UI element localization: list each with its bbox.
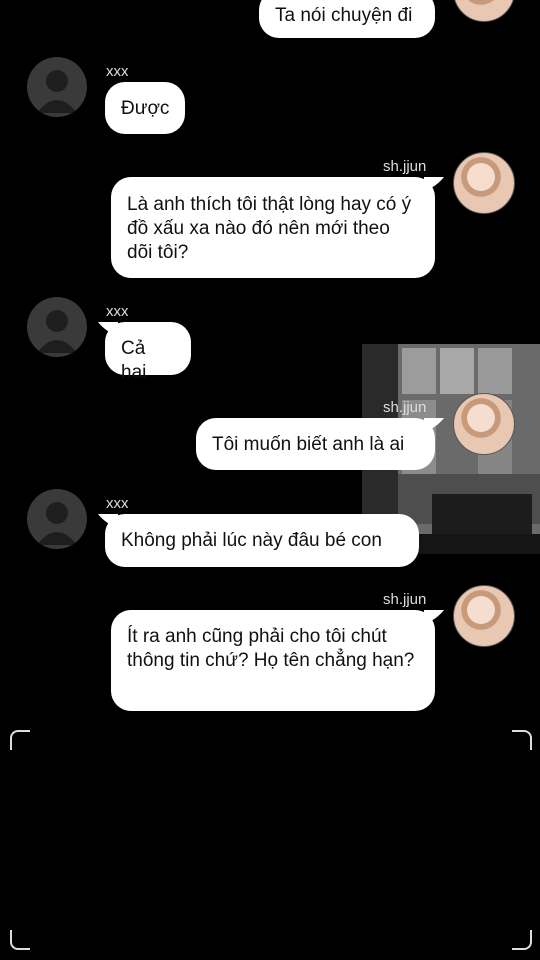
- avatar[interactable]: [453, 0, 515, 22]
- avatar[interactable]: [453, 585, 515, 647]
- avatar[interactable]: [27, 489, 87, 549]
- avatar[interactable]: [27, 297, 87, 357]
- frame-corner-top-left: [10, 730, 30, 750]
- sender-name: xxx: [106, 303, 129, 320]
- message-bubble: Được: [105, 82, 185, 134]
- sender-name: sh.jjun: [383, 399, 427, 416]
- default-avatar-icon: [37, 70, 77, 113]
- message-bubble: Ít ra anh cũng phải cho tôi chút thông t…: [111, 610, 435, 711]
- frame-corner-top-right: [512, 730, 532, 750]
- frame-corner-bottom-left: [10, 930, 30, 950]
- sender-name: sh.jjun: [383, 591, 427, 608]
- message-bubble: Ta nói chuyện đi: [259, 0, 435, 38]
- message-bubble: Tôi muốn biết anh là ai: [196, 418, 435, 470]
- avatar[interactable]: [453, 393, 515, 455]
- message-bubble: Cả hai: [105, 322, 191, 383]
- sender-name: sh.jjun: [383, 158, 427, 175]
- default-avatar-icon: [37, 502, 77, 545]
- frame-corner-bottom-right: [512, 930, 532, 950]
- sender-name: xxx: [106, 63, 129, 80]
- default-avatar-icon: [37, 310, 77, 353]
- message-bubble: Là anh thích tôi thật lòng hay có ý đồ x…: [111, 177, 435, 278]
- sender-name: xxx: [106, 495, 129, 512]
- message-bubble: Không phải lúc này đâu bé con: [105, 514, 419, 567]
- avatar[interactable]: [453, 152, 515, 214]
- avatar[interactable]: [27, 57, 87, 117]
